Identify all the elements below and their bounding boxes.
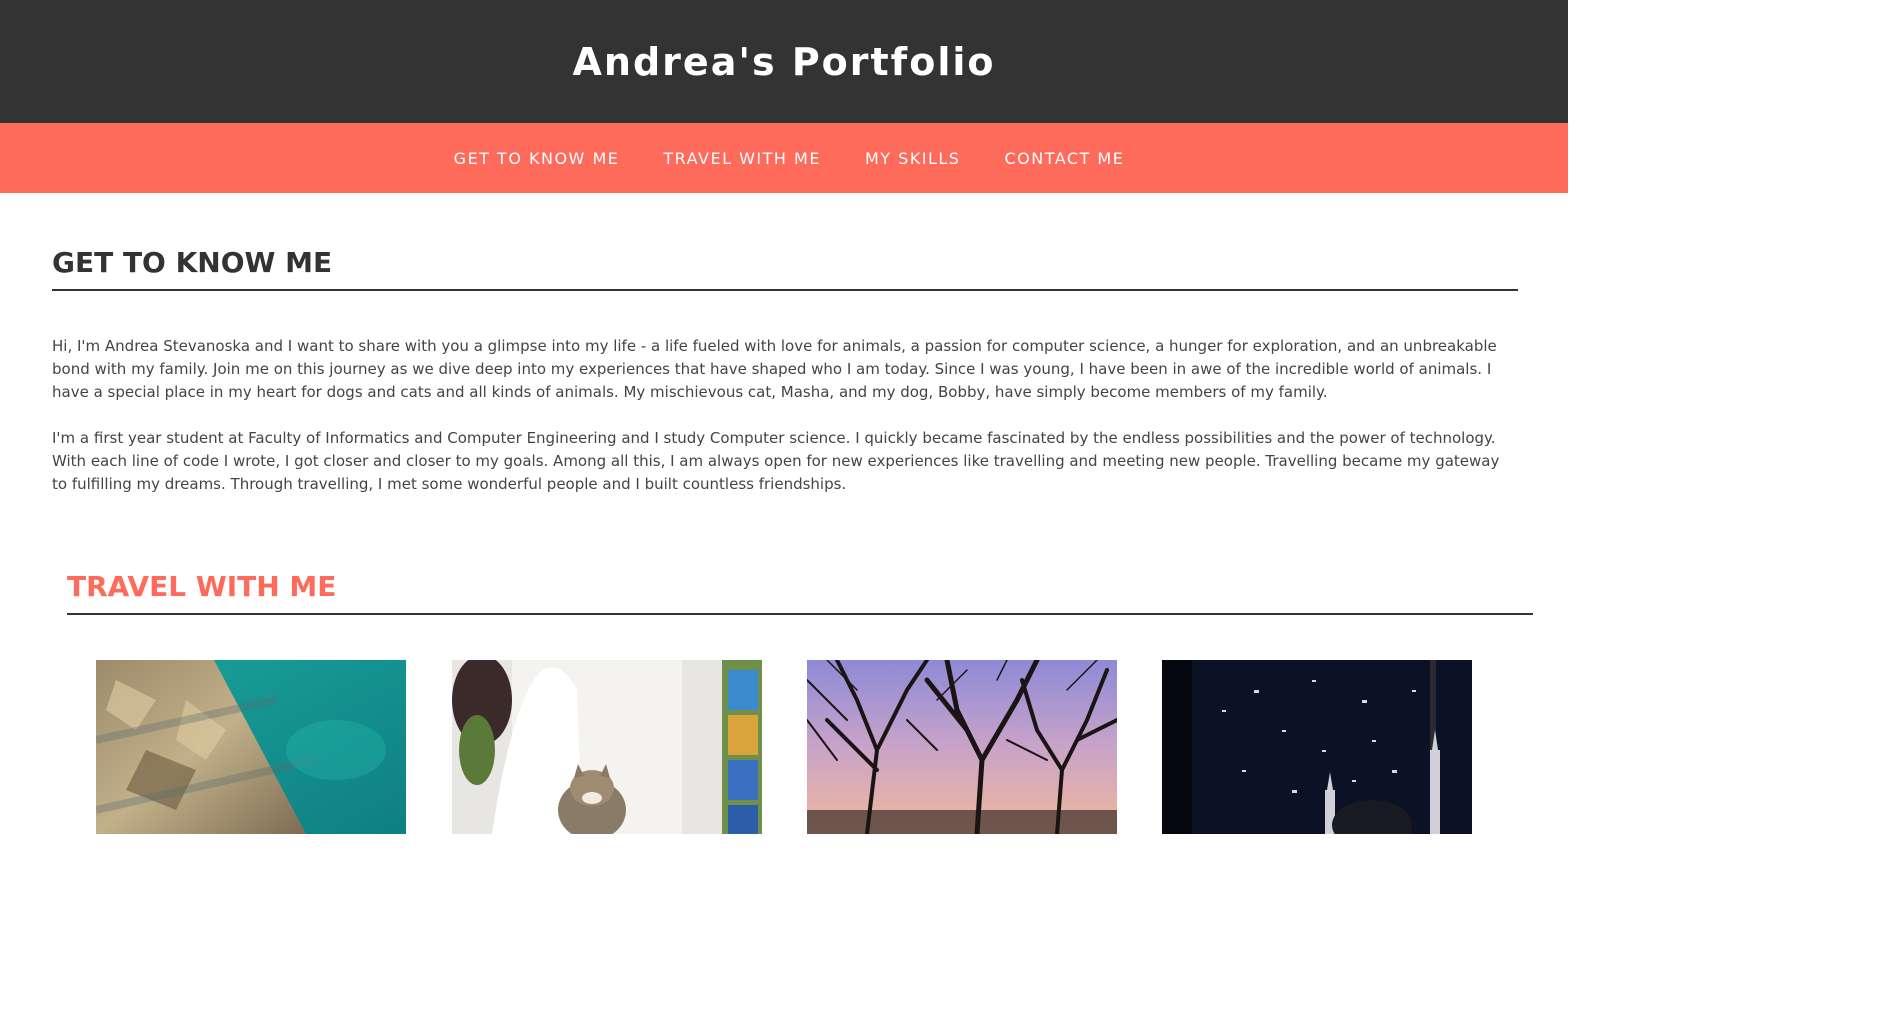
night-mosque-photo[interactable] <box>1162 660 1472 834</box>
travel-heading: TRAVEL WITH ME <box>67 570 1533 615</box>
main-nav: GET TO KNOW ME TRAVEL WITH ME MY SKILLS … <box>0 123 1568 193</box>
site-title: Andrea's Portfolio <box>572 39 996 84</box>
nav-link-my-skills[interactable]: MY SKILLS <box>865 149 961 168</box>
sea-rocks-photo[interactable] <box>96 660 406 834</box>
travel-section: TRAVEL WITH ME <box>67 570 1533 615</box>
cat-photo[interactable] <box>452 660 762 834</box>
about-text: Hi, I'm Andrea Stevanoska and I want to … <box>52 335 1518 496</box>
travel-gallery <box>96 660 1472 834</box>
about-paragraph-1: Hi, I'm Andrea Stevanoska and I want to … <box>52 337 1497 401</box>
about-section: GET TO KNOW ME Hi, I'm Andrea Stevanoska… <box>52 246 1518 519</box>
nav-link-travel-with-me[interactable]: TRAVEL WITH ME <box>663 149 821 168</box>
nav-link-contact-me[interactable]: CONTACT ME <box>1004 149 1124 168</box>
about-heading: GET TO KNOW ME <box>52 246 1518 291</box>
sunset-trees-photo[interactable] <box>807 660 1117 834</box>
nav-link-get-to-know-me[interactable]: GET TO KNOW ME <box>454 149 620 168</box>
site-header: Andrea's Portfolio <box>0 0 1568 123</box>
about-paragraph-2: I'm a first year student at Faculty of I… <box>52 429 1500 493</box>
